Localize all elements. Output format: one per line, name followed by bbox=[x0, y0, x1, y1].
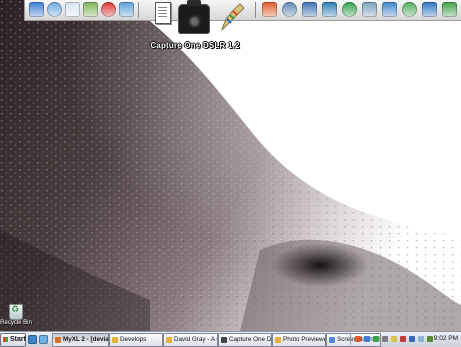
taskbar-button[interactable]: MyXL 2 - [deviantART... bbox=[52, 333, 109, 347]
browser-quicklaunch-icon[interactable] bbox=[28, 335, 37, 344]
capture-one-label: Capture One DSLR 1.2 bbox=[150, 41, 240, 50]
recycle-bin-desktop-icon[interactable]: Recycle Bin bbox=[0, 300, 32, 330]
window-icon bbox=[221, 337, 227, 343]
dock-separator bbox=[255, 2, 256, 18]
network-icon[interactable] bbox=[302, 2, 317, 17]
browser-icon[interactable] bbox=[382, 2, 397, 17]
target-icon[interactable] bbox=[262, 2, 277, 17]
desktop-quicklaunch-icon[interactable] bbox=[39, 335, 48, 344]
tray-icon[interactable] bbox=[364, 336, 370, 342]
window-icon bbox=[112, 337, 118, 343]
taskbar-button[interactable]: David Gray - A Cent... bbox=[163, 333, 218, 347]
taskbar-button[interactable]: Develops bbox=[109, 333, 163, 347]
start-button[interactable]: Start bbox=[0, 333, 26, 347]
taskbar-button[interactable]: Capture One DSLR... bbox=[218, 333, 272, 347]
taskbar-button-label: Develops bbox=[120, 336, 147, 343]
taskbar: Start MyXL 2 - [deviantART... Develops Dav… bbox=[0, 331, 461, 347]
documents-icon[interactable] bbox=[47, 2, 62, 17]
monitor-icon[interactable] bbox=[282, 2, 297, 17]
start-label: Start bbox=[10, 336, 26, 343]
tray-icon[interactable] bbox=[382, 336, 388, 342]
computer-icon[interactable] bbox=[29, 2, 44, 17]
favorites-icon[interactable] bbox=[101, 2, 116, 17]
window-icon bbox=[275, 337, 281, 343]
recycle-bin-label: Recycle Bin bbox=[0, 320, 32, 326]
terminal-icon[interactable] bbox=[442, 2, 457, 17]
window-icon bbox=[166, 337, 172, 343]
taskbar-button-label: David Gray - A Cent... bbox=[174, 336, 217, 343]
tools-icon[interactable] bbox=[402, 2, 417, 17]
volume-icon[interactable] bbox=[418, 336, 424, 342]
arrow-icon[interactable] bbox=[422, 2, 437, 17]
picture-icon[interactable] bbox=[83, 2, 98, 17]
clock[interactable]: 9:02 PM bbox=[434, 333, 458, 345]
dock-separator bbox=[138, 2, 139, 18]
media-icon[interactable] bbox=[322, 2, 337, 17]
taskbar-button-label: Photo Previewer bbox=[283, 336, 326, 343]
disc-icon[interactable] bbox=[362, 2, 377, 17]
network-tray-icon[interactable] bbox=[427, 336, 433, 342]
documents-icon-2[interactable] bbox=[65, 2, 80, 17]
window-icon bbox=[55, 337, 61, 343]
camera-icon bbox=[178, 0, 210, 34]
taskbar-button-label: Capture One DSLR... bbox=[229, 336, 272, 343]
windows-flag-icon bbox=[3, 337, 8, 342]
paint-brush-icon[interactable] bbox=[218, 2, 246, 32]
recycle-bin-icon bbox=[9, 304, 23, 320]
folder-icon[interactable] bbox=[119, 2, 134, 17]
system-tray: 9:02 PM bbox=[350, 333, 461, 345]
tray-icon[interactable] bbox=[373, 336, 379, 342]
tray-icon[interactable] bbox=[400, 336, 406, 342]
taskbar-button-label: MyXL 2 - [deviantART... bbox=[63, 336, 109, 343]
tray-icon[interactable] bbox=[409, 336, 415, 342]
messenger-icon[interactable] bbox=[342, 2, 357, 17]
window-icon bbox=[329, 337, 335, 343]
taskbar-button[interactable]: Photo Previewer bbox=[272, 333, 326, 347]
tray-icon[interactable] bbox=[391, 336, 397, 342]
tray-icon[interactable] bbox=[355, 336, 361, 342]
